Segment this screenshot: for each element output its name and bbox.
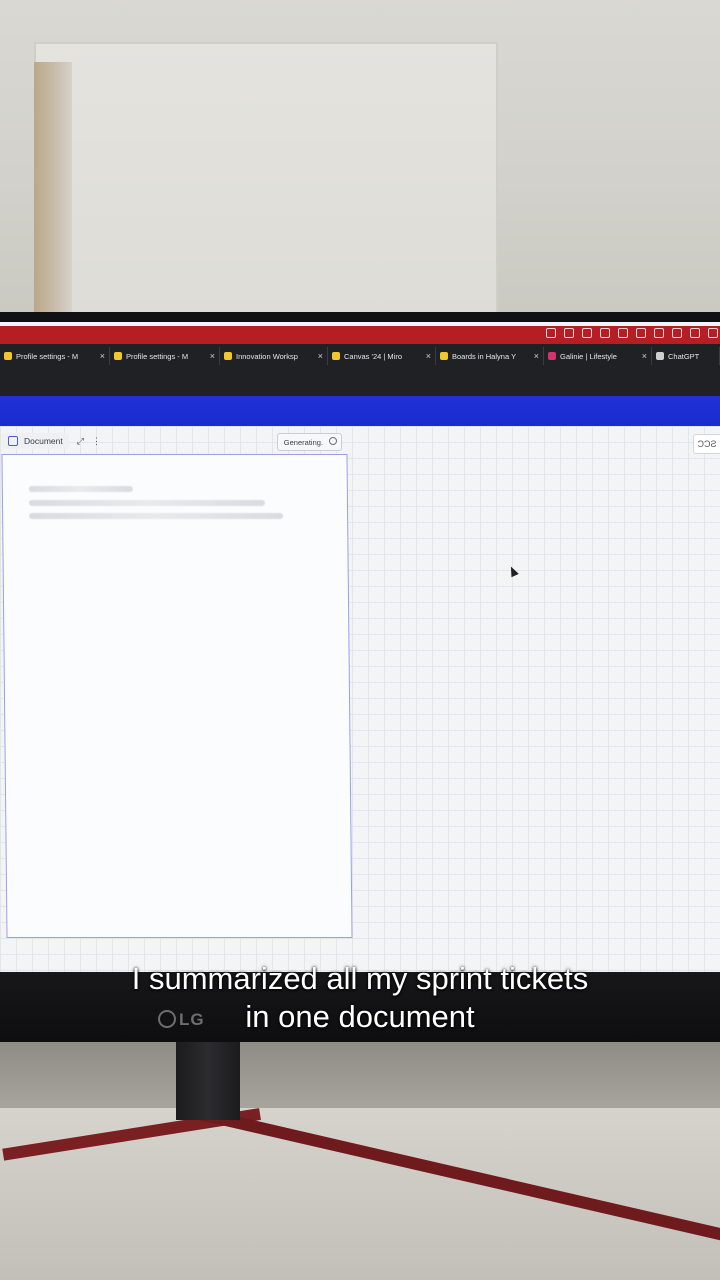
settings-icon[interactable] bbox=[708, 328, 718, 338]
document-label: Document bbox=[24, 436, 63, 446]
tab-favicon-icon bbox=[440, 352, 448, 360]
browser-tab[interactable]: ChatGPT bbox=[652, 347, 720, 365]
bell-icon[interactable] bbox=[690, 328, 700, 338]
tab-close-icon[interactable]: × bbox=[638, 351, 647, 361]
notion-icon[interactable] bbox=[600, 328, 610, 338]
extension-icon[interactable] bbox=[654, 328, 664, 338]
document-toolbar: Document ⤢ ⋮ Generating. bbox=[2, 430, 344, 452]
door bbox=[34, 42, 498, 330]
browser-toolbar bbox=[0, 368, 720, 396]
browser-tab[interactable]: Profile settings - M × bbox=[0, 347, 110, 365]
board-canvas[interactable]: Document ⤢ ⋮ Generating. ƆƆƧ bbox=[0, 426, 720, 972]
caption-line-2: in one document bbox=[245, 999, 475, 1034]
browser-tab-strip: Profile settings - M × Profile settings - … bbox=[0, 344, 720, 368]
tab-label: Profile settings - M bbox=[16, 351, 79, 361]
tab-close-icon[interactable]: × bbox=[530, 351, 539, 361]
chrome-icon[interactable] bbox=[618, 328, 628, 338]
pen-icon[interactable] bbox=[636, 328, 646, 338]
menu-bar bbox=[0, 326, 720, 344]
sync-icon[interactable] bbox=[582, 328, 592, 338]
skeleton-line bbox=[28, 500, 266, 506]
tab-favicon-icon bbox=[224, 352, 232, 360]
browser-tab[interactable]: Canvas '24 | Miro × bbox=[328, 347, 436, 365]
document-card[interactable] bbox=[1, 454, 353, 938]
more-options-icon[interactable]: ⋮ bbox=[92, 436, 101, 447]
tab-favicon-icon bbox=[656, 352, 664, 360]
expand-icon[interactable]: ⤢ bbox=[77, 436, 84, 447]
tab-label: Canvas '24 | Miro bbox=[344, 351, 402, 361]
collaborators-avatars: ƆƆƧ bbox=[697, 439, 717, 449]
browser-tab[interactable]: Profile settings - M × bbox=[110, 347, 220, 365]
screen: Profile settings - M × Profile settings - … bbox=[0, 322, 720, 972]
tab-close-icon[interactable]: × bbox=[96, 351, 105, 361]
document-icon bbox=[8, 436, 18, 446]
caption-line-1: I summarized all my sprint tickets bbox=[131, 961, 589, 996]
tab-label: Innovation Worksp bbox=[236, 351, 298, 361]
skeleton-line bbox=[29, 513, 284, 519]
video-caption: I summarized all my sprint tickets in on… bbox=[0, 960, 720, 1036]
tab-favicon-icon bbox=[4, 352, 12, 360]
calendar-icon[interactable] bbox=[546, 328, 556, 338]
tab-label: Boards in Halyna Y bbox=[452, 351, 517, 361]
browser-tab[interactable]: Innovation Worksp × bbox=[220, 347, 328, 365]
tab-close-icon[interactable]: × bbox=[314, 351, 323, 361]
stop-icon[interactable] bbox=[329, 437, 337, 445]
menu-bar-icons bbox=[546, 328, 718, 338]
generating-label: Generating. bbox=[283, 437, 323, 447]
browser-tab[interactable]: Boards in Halyna Y × bbox=[436, 347, 544, 365]
tab-favicon-icon bbox=[548, 352, 556, 360]
tab-label: ChatGPT bbox=[668, 351, 700, 361]
tab-close-icon[interactable]: × bbox=[206, 351, 215, 361]
document-chip[interactable]: Document bbox=[2, 433, 69, 449]
collaborators-widget[interactable]: ƆƆƧ bbox=[693, 434, 720, 454]
app-header bbox=[0, 396, 720, 426]
browser-tab[interactable]: Galinie | Lifestyle × bbox=[544, 347, 652, 365]
skeleton-line bbox=[28, 486, 133, 492]
tab-favicon-icon bbox=[332, 352, 340, 360]
tab-label: Galinie | Lifestyle bbox=[560, 351, 617, 361]
monitor-stand-neck bbox=[176, 1030, 240, 1120]
screenshot-icon[interactable] bbox=[564, 328, 574, 338]
tab-label: Profile settings - M bbox=[126, 351, 189, 361]
mouse-cursor bbox=[507, 564, 519, 578]
tab-close-icon[interactable]: × bbox=[422, 351, 431, 361]
tab-favicon-icon bbox=[114, 352, 122, 360]
message-icon[interactable] bbox=[672, 328, 682, 338]
door-frame bbox=[34, 62, 72, 330]
generating-status[interactable]: Generating. bbox=[276, 433, 342, 451]
